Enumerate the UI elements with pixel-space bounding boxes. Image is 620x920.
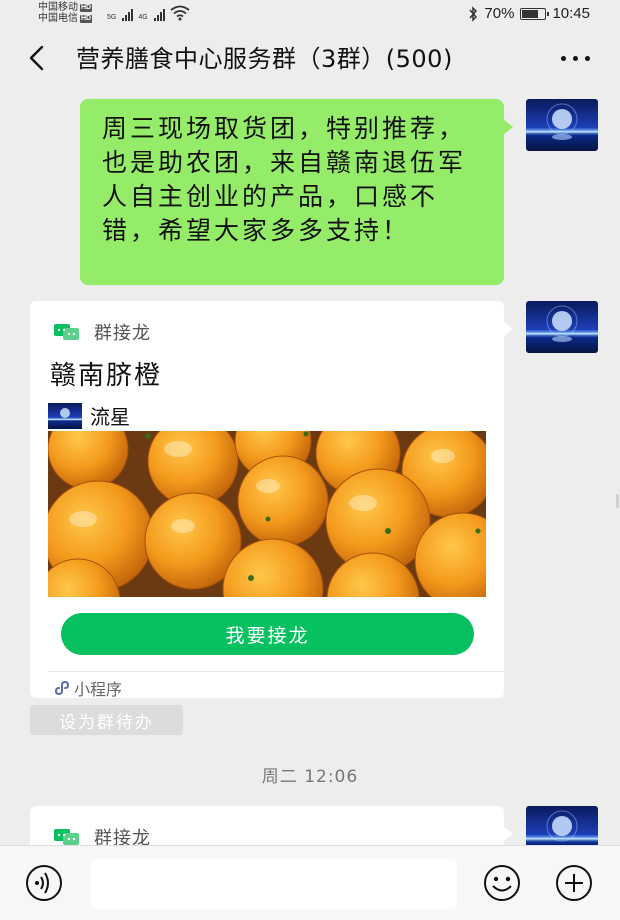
card-creator: 流星 bbox=[48, 401, 130, 430]
chat-header: 营养膳食中心服务群（3群）(500) bbox=[0, 28, 620, 90]
wifi-icon bbox=[170, 5, 190, 21]
chat-timestamp: 周二 12:06 bbox=[261, 767, 359, 787]
card-source-label: 群接龙 bbox=[94, 323, 151, 344]
join-relay-button[interactable]: 我要接龙 bbox=[61, 613, 474, 655]
emoji-icon[interactable] bbox=[478, 863, 526, 903]
card-header: 群接龙 bbox=[54, 319, 151, 345]
back-chevron-icon[interactable] bbox=[22, 43, 52, 73]
mini-program-icon bbox=[55, 680, 70, 696]
chat-title: 营养膳食中心服务群（3群）(500) bbox=[76, 45, 453, 73]
text-message-bubble[interactable]: 周三现场取货团，特别推荐，也是助农团，来自赣南退伍军人自主创业的产品，口感不错，… bbox=[80, 99, 513, 285]
voice-icon[interactable] bbox=[20, 863, 68, 903]
avatar[interactable] bbox=[526, 99, 598, 151]
clock: 10:45 bbox=[552, 5, 590, 22]
card-title: 赣南脐橙 bbox=[50, 361, 163, 391]
input-bar bbox=[0, 845, 620, 920]
bluetooth-icon bbox=[469, 5, 478, 22]
chat-bubbles-icon bbox=[54, 324, 79, 340]
signal-icon bbox=[122, 9, 134, 21]
network-icons: 5G 4G bbox=[107, 5, 190, 21]
net-label-5g: 5G bbox=[107, 14, 117, 21]
message-text: 周三现场取货团，特别推荐，也是助农团，来自赣南退伍军人自主创业的产品，口感不错，… bbox=[102, 114, 467, 245]
status-bar: 中国移动 HD 中国电信 HD 5G 4G 70% 10:45 bbox=[0, 0, 620, 28]
mini-program-label: 小程序 bbox=[74, 680, 123, 699]
creator-name: 流星 bbox=[90, 405, 130, 429]
set-group-todo-button[interactable]: 设为群待办 bbox=[30, 705, 183, 735]
carrier-info: 中国移动 HD 中国电信 HD bbox=[38, 2, 93, 24]
hd-badge: HD bbox=[80, 3, 93, 12]
oranges-photo[interactable] bbox=[48, 431, 486, 597]
net-label-4g: 4G bbox=[138, 14, 148, 21]
more-dots-icon[interactable] bbox=[561, 56, 590, 61]
plus-icon[interactable] bbox=[550, 863, 598, 903]
battery-icon bbox=[520, 7, 550, 20]
chat-bubbles-icon bbox=[54, 829, 79, 845]
battery-percent: 70% bbox=[484, 5, 515, 22]
message-input[interactable] bbox=[91, 859, 457, 909]
group-relay-card[interactable]: 群接龙 赣南脐橙 流星 我要接龙 小程序 bbox=[30, 301, 513, 700]
mini-program-footer: 小程序 bbox=[52, 676, 122, 700]
carrier-2: 中国电信 bbox=[38, 13, 78, 24]
carrier-1: 中国移动 bbox=[38, 2, 78, 13]
card-divider bbox=[48, 671, 504, 672]
avatar[interactable] bbox=[526, 301, 598, 353]
signal-icon bbox=[153, 9, 165, 21]
hd-badge: HD bbox=[80, 14, 93, 23]
creator-avatar bbox=[48, 402, 82, 429]
battery-fill bbox=[522, 9, 538, 18]
status-right: 70% 10:45 bbox=[468, 5, 590, 22]
scrollbar[interactable] bbox=[616, 494, 619, 508]
